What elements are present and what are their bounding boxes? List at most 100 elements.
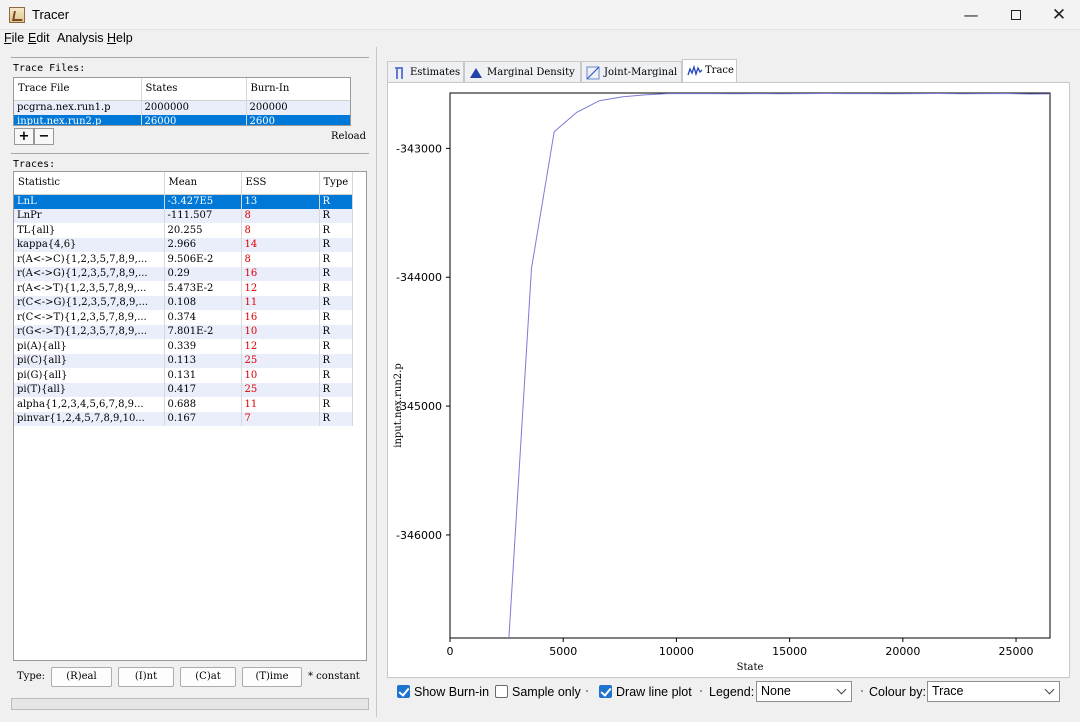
table-row[interactable]: pi(T){all} 0.417 25 R [14, 382, 353, 397]
x-tick-label: 5000 [549, 645, 577, 658]
column-header-mean[interactable]: Mean [164, 172, 242, 195]
trace-files-table[interactable]: Trace File States Burn-In pcgrna.nex.run… [13, 77, 351, 126]
trace-statistic: alpha{1,2,3,4,5,6,7,8,9... [14, 397, 165, 412]
table-row[interactable]: r(C<->G){1,2,3,5,7,8,9,... 0.108 11 R [14, 295, 353, 310]
trace-plot[interactable]: 0 5000 10000 15000 20000 25000 -343000 -344000 -… [388, 83, 1071, 679]
close-button[interactable]: ✕ [1036, 0, 1080, 30]
split-pane-divider[interactable] [376, 47, 377, 717]
tab-trace[interactable]: Trace [682, 59, 737, 83]
title-bar: Tracer — ✕ [0, 0, 1080, 30]
table-row[interactable]: LnL -3.427E5 13 R [14, 194, 353, 209]
trace-mean: 7.801E-2 [164, 324, 242, 339]
trace-mean: 9.506E-2 [164, 252, 242, 267]
table-row[interactable]: r(A<->G){1,2,3,5,7,8,9,... 0.29 16 R [14, 266, 353, 281]
menu-file[interactable]: File [4, 31, 24, 45]
trace-type: R [319, 368, 353, 383]
trace-statistic: r(C<->T){1,2,3,5,7,8,9,... [14, 310, 165, 325]
trace-statistic: pi(G){all} [14, 368, 165, 383]
sample-only-checkbox[interactable]: Sample only [495, 684, 581, 700]
type-time-button[interactable]: (T)ime [242, 667, 302, 687]
menu-help[interactable]: Help [107, 31, 133, 45]
trace-type: R [319, 252, 353, 267]
trace-ess: 12 [241, 281, 320, 296]
trace-file-name: pcgrna.nex.run1.p [14, 100, 142, 115]
table-row[interactable]: pi(G){all} 0.131 10 R [14, 368, 353, 383]
trace-file-name: input.nex.run2.p [14, 114, 142, 125]
type-int-button[interactable]: (I)nt [118, 667, 174, 687]
maximize-button[interactable] [993, 0, 1039, 30]
trace-type: R [319, 281, 353, 296]
table-row[interactable]: TL{all} 20.255 8 R [14, 223, 353, 238]
column-header-states[interactable]: States [141, 78, 247, 101]
divider [11, 57, 369, 58]
maximize-icon [1011, 9, 1021, 20]
trace-ess: 8 [241, 252, 320, 267]
checkbox-checked-icon [397, 685, 410, 698]
table-row[interactable]: pinvar{1,2,4,5,7,8,9,10... 0.167 7 R [14, 411, 353, 426]
trace-mean: 0.417 [164, 382, 242, 397]
trace-type: R [319, 208, 353, 223]
minimize-button[interactable]: — [948, 0, 994, 30]
trace-file-burnin[interactable]: 200000 [246, 100, 350, 115]
table-row[interactable]: kappa{4,6} 2.966 14 R [14, 237, 353, 252]
remove-trace-file-button[interactable]: − [34, 128, 54, 145]
menu-edit[interactable]: Edit [28, 31, 50, 45]
trace-files-label: Trace Files: [13, 63, 86, 74]
constant-note: * constant [308, 671, 360, 682]
trace-statistic: pinvar{1,2,4,5,7,8,9,10... [14, 411, 165, 426]
checkbox-unchecked-icon [495, 685, 508, 698]
trace-type: R [319, 339, 353, 354]
tab-marginal-density[interactable]: Marginal Density [464, 61, 581, 83]
x-tick-label: 15000 [772, 645, 807, 658]
trace-mean: 5.473E-2 [164, 281, 242, 296]
type-real-button[interactable]: (R)eal [51, 667, 112, 687]
trace-mean: 0.688 [164, 397, 242, 412]
trace-ess: 8 [241, 223, 320, 238]
column-header-ess[interactable]: ESS [241, 172, 320, 195]
trace-statistic: r(C<->G){1,2,3,5,7,8,9,... [14, 295, 165, 310]
window-title: Tracer [32, 7, 70, 22]
table-row[interactable]: r(C<->T){1,2,3,5,7,8,9,... 0.374 16 R [14, 310, 353, 325]
trace-file-burnin[interactable]: 2600 [246, 114, 350, 125]
table-row[interactable]: pi(A){all} 0.339 12 R [14, 339, 353, 354]
legend-select[interactable]: None [756, 681, 852, 702]
show-burnin-checkbox[interactable]: Show Burn-in [397, 684, 489, 700]
menu-analysis[interactable]: Analysis [57, 31, 104, 45]
tab-estimates[interactable]: Estimates [387, 61, 464, 83]
column-header-type[interactable]: Type [319, 172, 353, 195]
trace-type: R [319, 223, 353, 238]
add-trace-file-button[interactable]: + [14, 128, 34, 145]
trace-file-states: 2000000 [141, 100, 247, 115]
divider [11, 153, 369, 154]
trace-file-states: 26000 [141, 114, 247, 125]
tab-joint-marginal[interactable]: Joint-Marginal [581, 61, 682, 83]
table-row[interactable]: LnPr -111.507 8 R [14, 208, 353, 223]
chevron-down-icon [836, 684, 847, 695]
table-row[interactable]: input.nex.run2.p 26000 2600 [14, 114, 350, 125]
y-tick-label: -346000 [396, 529, 442, 542]
y-axis-label: input.nex.run2.p [393, 363, 404, 447]
x-tick-label: 0 [447, 645, 454, 658]
traces-table[interactable]: Statistic Mean ESS Type LnL -3.427E5 13 R Ln… [13, 171, 367, 661]
colour-by-select[interactable]: Trace [927, 681, 1060, 702]
legend-label: Legend: [709, 685, 755, 699]
reload-button[interactable]: Reload [331, 131, 366, 142]
column-header-statistic[interactable]: Statistic [14, 172, 165, 195]
type-label: Type: [17, 671, 46, 682]
table-row[interactable]: alpha{1,2,3,4,5,6,7,8,9... 0.688 11 R [14, 397, 353, 412]
table-row[interactable]: r(A<->C){1,2,3,5,7,8,9,... 9.506E-2 8 R [14, 252, 353, 267]
checkbox-checked-icon [599, 685, 612, 698]
column-header-trace-file[interactable]: Trace File [14, 78, 142, 101]
estimates-icon [395, 67, 403, 79]
table-row[interactable]: pcgrna.nex.run1.p 2000000 200000 [14, 100, 350, 115]
table-row[interactable]: r(G<->T){1,2,3,5,7,8,9,... 7.801E-2 10 R [14, 324, 353, 339]
table-row[interactable]: pi(C){all} 0.113 25 R [14, 353, 353, 368]
table-row[interactable]: r(A<->T){1,2,3,5,7,8,9,... 5.473E-2 12 R [14, 281, 353, 296]
type-cat-button[interactable]: (C)at [180, 667, 236, 687]
column-header-burn-in[interactable]: Burn-In [246, 78, 350, 101]
trace-ess: 25 [241, 353, 320, 368]
trace-statistic: r(A<->G){1,2,3,5,7,8,9,... [14, 266, 165, 281]
trace-plot-panel: 0 5000 10000 15000 20000 25000 -343000 -344000 -… [387, 82, 1070, 678]
trace-ess: 11 [241, 397, 320, 412]
draw-line-plot-checkbox[interactable]: Draw line plot [599, 684, 692, 700]
